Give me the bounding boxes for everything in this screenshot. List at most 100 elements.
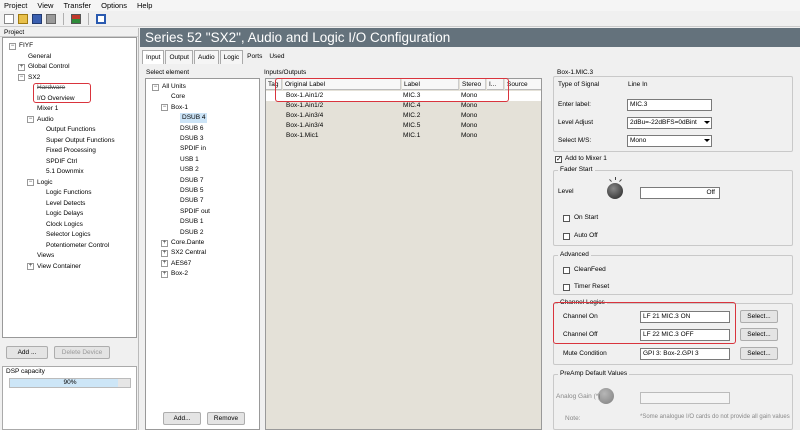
- tree-item[interactable]: SX2: [28, 73, 40, 83]
- timer-reset-checkbox[interactable]: [563, 284, 570, 291]
- element-item[interactable]: DSUB 1: [180, 217, 203, 227]
- channel-on-field[interactable]: LF 21 MIC.3 ON: [640, 311, 730, 323]
- expand-icon[interactable]: +: [161, 249, 168, 257]
- tree-item[interactable]: SPDIF Ctrl: [46, 157, 77, 167]
- channel-off-select-button[interactable]: Select...: [740, 328, 778, 341]
- tree-item[interactable]: Level Detects: [46, 199, 85, 209]
- new-icon[interactable]: [4, 13, 14, 24]
- table-row[interactable]: Box-1.Ain3/4 MIC.2 Mono: [266, 111, 541, 121]
- element-item[interactable]: Core.Dante: [171, 238, 204, 248]
- tree-item[interactable]: Fixed Processing: [46, 146, 96, 156]
- level-knob[interactable]: [607, 183, 623, 199]
- menu-project[interactable]: Project: [4, 1, 27, 10]
- tree-item[interactable]: General: [28, 52, 51, 62]
- menu-options[interactable]: Options: [101, 1, 127, 10]
- element-item[interactable]: Core: [171, 92, 185, 102]
- element-item[interactable]: DSUB 4: [180, 113, 208, 124]
- column-header-label[interactable]: Label: [402, 79, 459, 90]
- tree-item[interactable]: Output Functions: [46, 125, 96, 135]
- element-item[interactable]: SX2 Central: [171, 248, 206, 258]
- save-icon[interactable]: [32, 13, 42, 24]
- element-item[interactable]: Box-1: [171, 103, 188, 113]
- tab-logic[interactable]: Logic: [219, 50, 244, 64]
- element-item[interactable]: SPDIF in: [180, 144, 206, 154]
- tab-output[interactable]: Output: [165, 50, 193, 64]
- element-item[interactable]: SPDIF out: [180, 207, 210, 217]
- tab-audio[interactable]: Audio: [193, 50, 219, 64]
- element-item[interactable]: Box-2: [171, 269, 188, 279]
- collapse-icon[interactable]: −: [18, 74, 25, 81]
- tree-item[interactable]: Logic Functions: [46, 188, 92, 198]
- tree-item[interactable]: FIYF: [19, 41, 33, 51]
- tab-ports[interactable]: Ports: [244, 50, 265, 64]
- tree-item[interactable]: Global Control: [28, 62, 70, 72]
- expand-icon[interactable]: +: [18, 63, 25, 71]
- undo-icon[interactable]: [46, 13, 56, 24]
- collapse-icon[interactable]: −: [161, 104, 168, 112]
- delete-device-button[interactable]: Delete Device: [54, 346, 110, 359]
- expand-icon[interactable]: +: [161, 260, 168, 268]
- table-row[interactable]: Box-1.Ain3/4 MIC.5 Mono: [266, 121, 541, 131]
- tree-item[interactable]: Hardware: [37, 83, 65, 93]
- element-item[interactable]: AES67: [171, 259, 191, 269]
- menu-view[interactable]: View: [37, 1, 53, 10]
- tree-item[interactable]: Selector Logics: [46, 230, 90, 240]
- tab-used[interactable]: Used: [266, 50, 287, 64]
- tab-input[interactable]: Input: [142, 50, 165, 64]
- select-ms-select[interactable]: Mono: [627, 135, 712, 147]
- element-item[interactable]: USB 1: [180, 155, 199, 165]
- column-header-stereo[interactable]: Stereo: [460, 79, 486, 90]
- element-item[interactable]: DSUB 7: [180, 176, 203, 186]
- open-icon[interactable]: [18, 13, 28, 24]
- tree-item[interactable]: Clock Logics: [46, 220, 83, 230]
- tree-item[interactable]: Potentiometer Control: [46, 241, 109, 251]
- column-header-i[interactable]: I...: [487, 79, 504, 90]
- add-element-button[interactable]: Add...: [163, 412, 201, 425]
- column-header-tag[interactable]: Tag: [266, 79, 282, 90]
- tree-item[interactable]: 5.1 Downmix: [46, 167, 84, 177]
- flag-icon[interactable]: [71, 13, 81, 24]
- element-item[interactable]: DSUB 7: [180, 196, 203, 206]
- analog-gain-knob[interactable]: [598, 388, 614, 404]
- tree-item[interactable]: Views: [37, 251, 54, 261]
- mute-condition-field[interactable]: GPI 3: Box-2.GPI 3: [640, 348, 730, 360]
- collapse-icon[interactable]: −: [152, 83, 159, 91]
- tree-item[interactable]: Audio: [37, 115, 54, 125]
- menu-help[interactable]: Help: [137, 1, 152, 10]
- add-device-button[interactable]: Add ...: [6, 346, 48, 359]
- tree-item[interactable]: Mixer 1: [37, 104, 58, 114]
- remove-element-button[interactable]: Remove: [207, 412, 245, 425]
- element-item[interactable]: USB 2: [180, 165, 199, 175]
- collapse-icon[interactable]: −: [27, 116, 34, 123]
- column-header-source[interactable]: Source: [505, 79, 541, 90]
- tree-item[interactable]: Logic Delays: [46, 209, 83, 219]
- mute-condition-select-button[interactable]: Select...: [740, 347, 778, 360]
- tree-item[interactable]: View Container: [37, 262, 81, 272]
- column-header-original-label[interactable]: Original Label: [283, 79, 401, 90]
- expand-icon[interactable]: +: [27, 263, 34, 270]
- cleanfeed-checkbox[interactable]: [563, 267, 570, 274]
- table-row[interactable]: Box-1.Mic1 MIC.1 Mono: [266, 131, 541, 141]
- menu-transfer[interactable]: Transfer: [63, 1, 91, 10]
- element-item[interactable]: DSUB 2: [180, 228, 203, 238]
- expand-icon[interactable]: +: [161, 239, 168, 247]
- tree-item[interactable]: I/O Overview: [37, 94, 75, 104]
- table-row[interactable]: Box-1.Ain1/2 MIC.4 Mono: [266, 101, 541, 111]
- channel-off-field[interactable]: LF 22 MIC.3 OFF: [640, 329, 730, 341]
- collapse-icon[interactable]: −: [27, 179, 34, 186]
- add-to-mixer-checkbox[interactable]: ✓: [555, 156, 562, 163]
- table-row[interactable]: Box-1.Ain1/2 MIC.3 Mono: [266, 91, 541, 101]
- channel-on-select-button[interactable]: Select...: [740, 310, 778, 323]
- collapse-icon[interactable]: −: [9, 42, 16, 50]
- element-item[interactable]: DSUB 5: [180, 186, 203, 196]
- level-adjust-select[interactable]: 2dBu=-22dBFS=0dBint: [627, 117, 712, 129]
- on-start-checkbox[interactable]: [563, 215, 570, 222]
- tree-item[interactable]: Logic: [37, 178, 53, 188]
- project-tree[interactable]: FIYF − General Global Control + SX2− Hardware I…: [2, 37, 137, 338]
- element-item[interactable]: All Units: [162, 82, 186, 92]
- window-icon[interactable]: [96, 13, 106, 24]
- select-element-tree[interactable]: All Units − Core Box-1− DSUB 4 DSUB 6 DSUB 3 SP…: [145, 78, 260, 430]
- element-item[interactable]: DSUB 6: [180, 124, 203, 134]
- tree-item[interactable]: Super Output Functions: [46, 136, 115, 146]
- auto-off-checkbox[interactable]: [563, 233, 570, 240]
